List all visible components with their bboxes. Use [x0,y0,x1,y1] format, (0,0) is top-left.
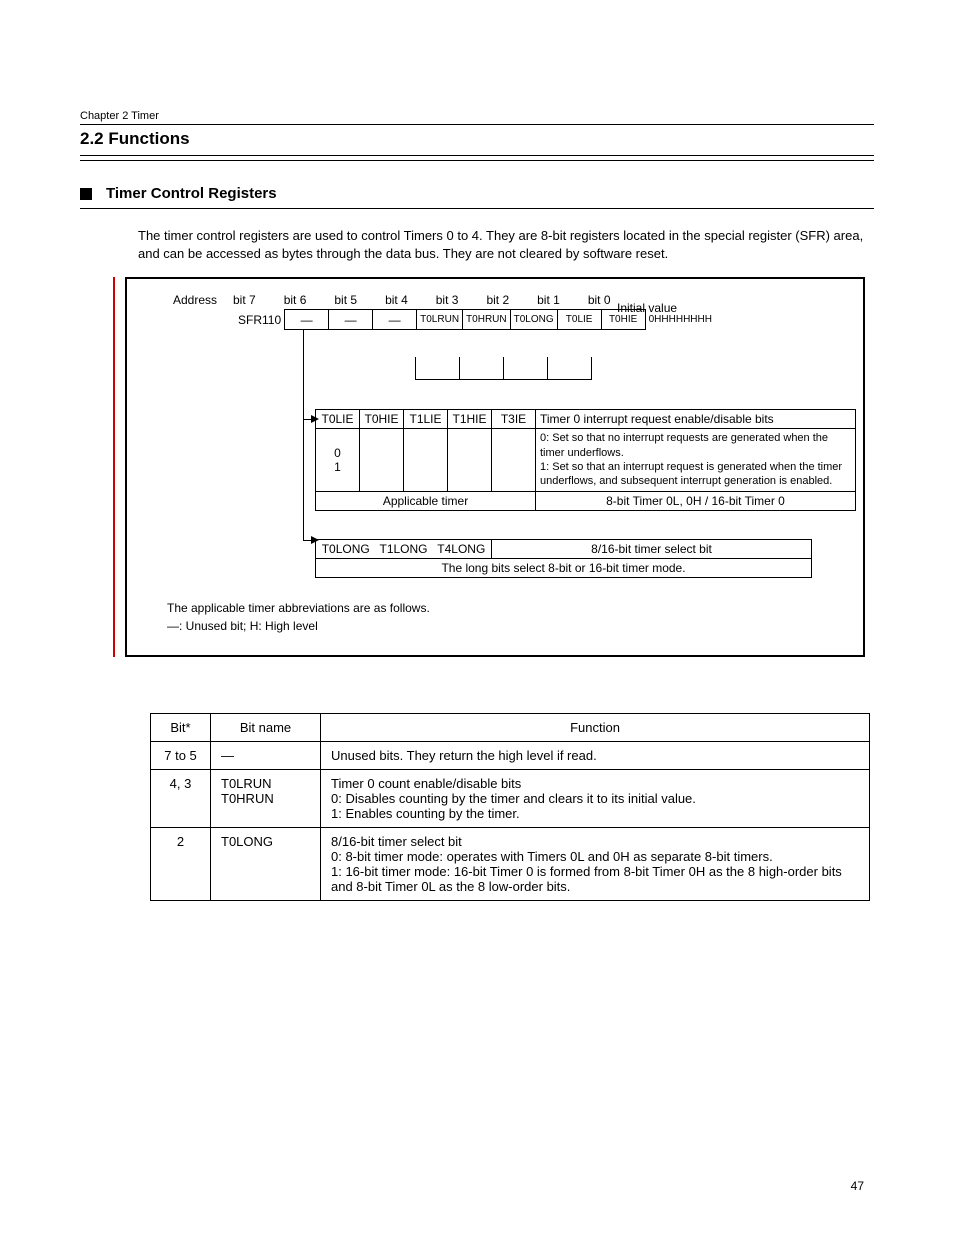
table-row: 2 T0LONG 8/16-bit timer select bit 0: 8-… [151,828,870,901]
address-label: Address [173,293,217,307]
intro-paragraph: The timer control registers are used to … [138,227,874,263]
col-name: Bit name [211,714,321,742]
interrupt-select-table: T0LIE T0HIE T1LIE T1HIE T3IE Timer 0 int… [315,409,856,510]
section-title: 2.2 Functions [80,124,874,156]
bit-header-row: bit 7 bit 6 bit 5 bit 4 bit 3 bit 2 bit … [233,293,611,307]
change-bar [113,277,115,657]
chapter-line: Chapter 2 Timer [80,110,874,122]
register-bits-table: SFR110 — — — T0LRUN T0HRUN T0LONG T0LIE … [235,309,715,330]
diagram-legend: The applicable timer abbreviations are a… [167,599,430,635]
table-row: 4, 3 T0LRUN T0HRUN Timer 0 count enable/… [151,770,870,828]
long-select-table: T0LONG T1LONG T4LONG 8/16-bit timer sele… [315,539,812,578]
register-diagram: Address bit 7 bit 6 bit 5 bit 4 bit 3 bi… [125,277,865,657]
bullet-square-icon [80,188,92,200]
stub-row [415,357,592,380]
table-row: 7 to 5 — Unused bits. They return the hi… [151,742,870,770]
col-func: Function [321,714,870,742]
col-bit: Bit* [151,714,211,742]
page-number: 47 [851,1179,864,1193]
bit-function-table: Bit* Bit name Function 7 to 5 — Unused b… [150,713,870,901]
subheading: Timer Control Registers [106,185,277,202]
